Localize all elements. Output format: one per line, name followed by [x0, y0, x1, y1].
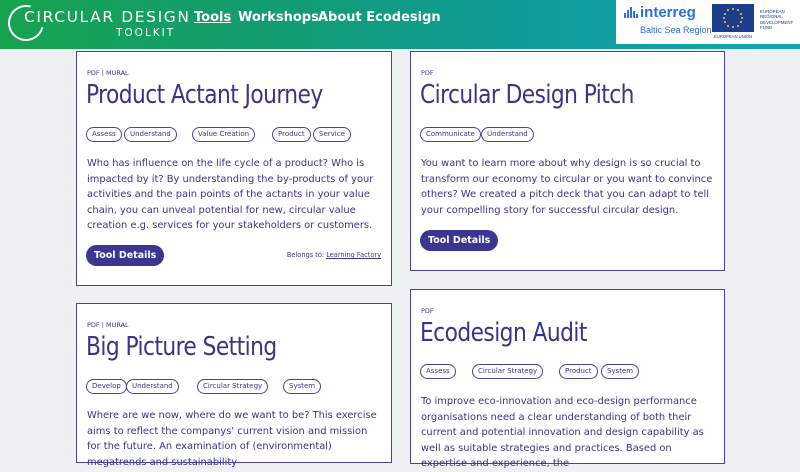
tag[interactable]: Understand [126, 379, 179, 394]
tool-card[interactable]: PDF | MURAL Big Picture Setting Develop … [76, 303, 392, 468]
tool-card[interactable]: PDF | MURAL Product Actant Journey Asses… [76, 51, 392, 286]
card-title[interactable]: Circular Design Pitch [420, 80, 634, 110]
learning-factory-link[interactable]: Learning Factory [326, 251, 381, 259]
tag[interactable]: Understand [124, 127, 177, 142]
tag[interactable]: System [601, 364, 640, 379]
logo-subtitle: TOOLKIT [116, 27, 176, 39]
tool-details-button[interactable]: Tool Details [86, 245, 165, 266]
toolkit-logo[interactable]: CIRCULAR DESIGN TOOLKIT [1, 0, 191, 48]
card-title[interactable]: Big Picture Setting [86, 332, 277, 362]
card-tags: Assess Understand Value Creation Product… [86, 127, 386, 143]
card-tags: Develop Understand Circular Strategy Sys… [86, 379, 386, 395]
nav-about-ecodesign[interactable]: About Ecodesign [318, 10, 441, 25]
card-title[interactable]: Product Actant Journey [86, 80, 323, 110]
tag[interactable]: Product [559, 364, 598, 379]
site-header: CIRCULAR DESIGN TOOLKIT Tools Workshops … [0, 0, 800, 49]
card-format: PDF [421, 69, 434, 77]
card-format: PDF | MURAL [87, 69, 129, 77]
card-description: Who has influence on the life cycle of a… [87, 158, 374, 231]
logo-title: CIRCULAR DESIGN [24, 8, 191, 26]
card-tags: Assess Circular Strategy Product System [420, 364, 720, 380]
tag[interactable]: Product [272, 127, 311, 142]
partner-logos: interreg Baltic Sea Region EUROPEAN REGI… [616, 0, 800, 44]
card-description: You want to learn more about why design … [421, 158, 713, 216]
tag[interactable]: Service [313, 127, 351, 142]
tag[interactable]: Circular Strategy [472, 364, 544, 379]
tool-card[interactable]: PDF Circular Design Pitch Communicate Un… [410, 51, 725, 271]
card-tags: Communicate Understand [420, 127, 720, 143]
card-description: To improve eco-innovation and eco-design… [421, 396, 704, 469]
eu-flag-icon [712, 4, 754, 32]
tag[interactable]: System [283, 379, 322, 394]
interreg-logo-text: interreg [640, 4, 696, 21]
card-title[interactable]: Ecodesign Audit [420, 318, 587, 348]
tag[interactable]: Assess [420, 364, 456, 379]
interreg-bars-icon [624, 6, 638, 18]
nav-workshops[interactable]: Workshops [238, 10, 319, 25]
eu-fund-text: EUROPEAN REGIONAL DEVELOPMENT FUND [760, 9, 794, 31]
tag[interactable]: Understand [481, 127, 534, 142]
nav-tools[interactable]: Tools [194, 10, 231, 25]
tag[interactable]: Communicate [420, 127, 481, 142]
tool-card[interactable]: PDF Ecodesign Audit Assess Circular Stra… [410, 289, 725, 469]
tag[interactable]: Develop [86, 379, 127, 394]
tag[interactable]: Value Creation [192, 127, 256, 142]
card-format: PDF | MURAL [87, 321, 129, 329]
interreg-region: Baltic Sea Region [640, 25, 712, 35]
tag[interactable]: Assess [86, 127, 122, 142]
tag[interactable]: Circular Strategy [197, 379, 269, 394]
card-format: PDF [421, 307, 434, 315]
tool-details-button[interactable]: Tool Details [420, 230, 499, 251]
belongs-label: Belongs to: [286, 251, 325, 259]
belongs-to: Belongs to: Learning Factory [287, 251, 381, 259]
card-description: Where are we now, where do we want to be… [87, 410, 377, 468]
eu-union-text: EUROPEAN UNION [714, 34, 753, 39]
